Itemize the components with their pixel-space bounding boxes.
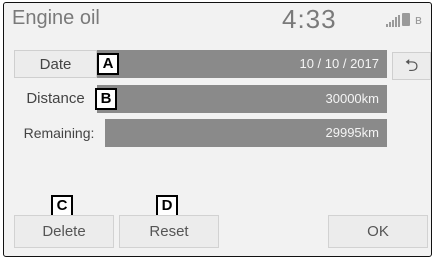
row-date: Date 10 / 10 / 2017 — [4, 50, 431, 78]
callout-c: C — [51, 195, 73, 217]
return-arrow-icon: ⮌ — [404, 56, 419, 75]
signal-icon — [386, 15, 400, 27]
ok-button[interactable]: OK — [328, 215, 428, 248]
engine-oil-screen: Engine oil 4:33 ʙ Date 10 / 10 / 2017 A … — [3, 2, 432, 257]
date-value: 10 / 10 / 2017 — [299, 56, 379, 71]
date-value-field: 10 / 10 / 2017 — [97, 50, 387, 78]
callout-d: D — [156, 195, 178, 217]
return-button[interactable]: ⮌ — [392, 52, 431, 80]
battery-icon — [402, 13, 410, 26]
header-bar: Engine oil 4:33 ʙ — [4, 3, 431, 39]
distance-button[interactable]: Distance — [14, 85, 97, 113]
delete-button[interactable]: Delete — [14, 215, 114, 248]
row-remaining: Remaining: 29995km — [4, 119, 431, 147]
date-button[interactable]: Date — [14, 50, 97, 78]
distance-value: 30000km — [325, 91, 379, 106]
remaining-label: Remaining: — [23, 125, 95, 141]
callout-a: A — [97, 53, 119, 75]
callout-b: B — [95, 88, 117, 110]
remaining-value: 29995km — [325, 125, 379, 140]
clock: 4:33 — [282, 4, 337, 34]
reset-button[interactable]: Reset — [119, 215, 219, 248]
row-distance: Distance 30000km — [4, 85, 431, 113]
remaining-value-field: 29995km — [105, 119, 387, 147]
bluetooth-icon: ʙ — [415, 12, 422, 27]
distance-value-field: 30000km — [97, 85, 387, 113]
screen-title: Engine oil — [12, 7, 100, 29]
